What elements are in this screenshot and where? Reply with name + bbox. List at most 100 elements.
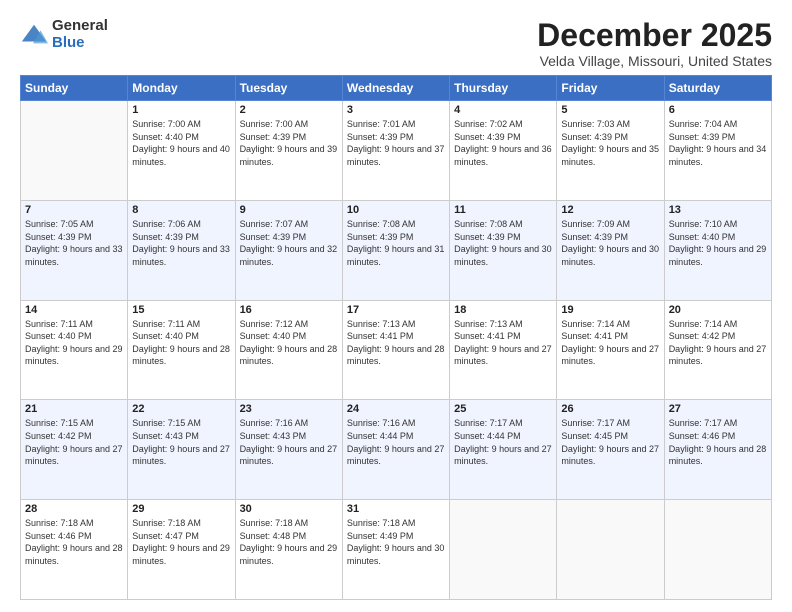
col-thursday: Thursday <box>450 76 557 101</box>
sunrise-label: Sunrise: 7:11 AM <box>25 319 93 329</box>
sunrise-label: Sunrise: 7:01 AM <box>347 119 416 129</box>
sunrise-label: Sunrise: 7:18 AM <box>240 518 309 528</box>
sunset-label: Sunset: 4:41 PM <box>347 331 414 341</box>
day-number: 18 <box>454 304 552 316</box>
col-sunday: Sunday <box>21 76 128 101</box>
sunrise-label: Sunrise: 7:14 AM <box>561 319 630 329</box>
day-info: Sunrise: 7:17 AM Sunset: 4:44 PM Dayligh… <box>454 417 552 467</box>
day-info: Sunrise: 7:08 AM Sunset: 4:39 PM Dayligh… <box>347 218 445 268</box>
day-number: 17 <box>347 304 445 316</box>
sunset-label: Sunset: 4:39 PM <box>561 232 628 242</box>
day-number: 2 <box>240 104 338 116</box>
daylight-label: Daylight: 9 hours and 30 minutes. <box>347 543 445 566</box>
table-row: 16 Sunrise: 7:12 AM Sunset: 4:40 PM Dayl… <box>235 300 342 400</box>
day-number: 13 <box>669 204 767 216</box>
daylight-label: Daylight: 9 hours and 31 minutes. <box>347 244 445 267</box>
sunset-label: Sunset: 4:40 PM <box>132 331 199 341</box>
day-info: Sunrise: 7:01 AM Sunset: 4:39 PM Dayligh… <box>347 118 445 168</box>
day-number: 1 <box>132 104 230 116</box>
subtitle: Velda Village, Missouri, United States <box>537 53 772 69</box>
day-number: 11 <box>454 204 552 216</box>
day-info: Sunrise: 7:07 AM Sunset: 4:39 PM Dayligh… <box>240 218 338 268</box>
day-info: Sunrise: 7:10 AM Sunset: 4:40 PM Dayligh… <box>669 218 767 268</box>
table-row: 11 Sunrise: 7:08 AM Sunset: 4:39 PM Dayl… <box>450 200 557 300</box>
sunrise-label: Sunrise: 7:18 AM <box>25 518 94 528</box>
sunset-label: Sunset: 4:40 PM <box>25 331 92 341</box>
daylight-label: Daylight: 9 hours and 30 minutes. <box>454 244 552 267</box>
daylight-label: Daylight: 9 hours and 29 minutes. <box>669 244 767 267</box>
daylight-label: Daylight: 9 hours and 33 minutes. <box>132 244 230 267</box>
calendar-week-row: 14 Sunrise: 7:11 AM Sunset: 4:40 PM Dayl… <box>21 300 772 400</box>
calendar-week-row: 1 Sunrise: 7:00 AM Sunset: 4:40 PM Dayli… <box>21 101 772 201</box>
main-title: December 2025 <box>537 18 772 53</box>
day-info: Sunrise: 7:11 AM Sunset: 4:40 PM Dayligh… <box>132 318 230 368</box>
table-row <box>21 101 128 201</box>
day-number: 31 <box>347 503 445 515</box>
sunrise-label: Sunrise: 7:07 AM <box>240 219 309 229</box>
table-row <box>664 500 771 600</box>
day-number: 19 <box>561 304 659 316</box>
daylight-label: Daylight: 9 hours and 29 minutes. <box>240 543 338 566</box>
sunrise-label: Sunrise: 7:18 AM <box>347 518 416 528</box>
day-number: 28 <box>25 503 123 515</box>
table-row: 18 Sunrise: 7:13 AM Sunset: 4:41 PM Dayl… <box>450 300 557 400</box>
daylight-label: Daylight: 9 hours and 28 minutes. <box>347 344 445 367</box>
title-block: December 2025 Velda Village, Missouri, U… <box>537 18 772 69</box>
sunrise-label: Sunrise: 7:05 AM <box>25 219 94 229</box>
daylight-label: Daylight: 9 hours and 27 minutes. <box>454 444 552 467</box>
logo-general-label: General <box>52 18 108 35</box>
daylight-label: Daylight: 9 hours and 27 minutes. <box>561 444 659 467</box>
sunset-label: Sunset: 4:39 PM <box>561 132 628 142</box>
day-info: Sunrise: 7:03 AM Sunset: 4:39 PM Dayligh… <box>561 118 659 168</box>
table-row: 6 Sunrise: 7:04 AM Sunset: 4:39 PM Dayli… <box>664 101 771 201</box>
col-friday: Friday <box>557 76 664 101</box>
table-row: 25 Sunrise: 7:17 AM Sunset: 4:44 PM Dayl… <box>450 400 557 500</box>
sunrise-label: Sunrise: 7:17 AM <box>561 418 630 428</box>
daylight-label: Daylight: 9 hours and 28 minutes. <box>132 344 230 367</box>
sunrise-label: Sunrise: 7:03 AM <box>561 119 630 129</box>
sunrise-label: Sunrise: 7:11 AM <box>132 319 200 329</box>
table-row: 27 Sunrise: 7:17 AM Sunset: 4:46 PM Dayl… <box>664 400 771 500</box>
logo-blue-label: Blue <box>52 35 108 52</box>
day-number: 3 <box>347 104 445 116</box>
day-info: Sunrise: 7:17 AM Sunset: 4:45 PM Dayligh… <box>561 417 659 467</box>
sunrise-label: Sunrise: 7:08 AM <box>454 219 523 229</box>
sunrise-label: Sunrise: 7:16 AM <box>240 418 309 428</box>
day-info: Sunrise: 7:04 AM Sunset: 4:39 PM Dayligh… <box>669 118 767 168</box>
day-number: 26 <box>561 403 659 415</box>
table-row: 10 Sunrise: 7:08 AM Sunset: 4:39 PM Dayl… <box>342 200 449 300</box>
table-row: 28 Sunrise: 7:18 AM Sunset: 4:46 PM Dayl… <box>21 500 128 600</box>
day-info: Sunrise: 7:13 AM Sunset: 4:41 PM Dayligh… <box>454 318 552 368</box>
page: General Blue December 2025 Velda Village… <box>0 0 792 612</box>
sunrise-label: Sunrise: 7:15 AM <box>132 418 201 428</box>
sunrise-label: Sunrise: 7:09 AM <box>561 219 630 229</box>
sunrise-label: Sunrise: 7:10 AM <box>669 219 738 229</box>
col-tuesday: Tuesday <box>235 76 342 101</box>
sunset-label: Sunset: 4:42 PM <box>669 331 736 341</box>
table-row: 14 Sunrise: 7:11 AM Sunset: 4:40 PM Dayl… <box>21 300 128 400</box>
sunset-label: Sunset: 4:44 PM <box>454 431 521 441</box>
col-wednesday: Wednesday <box>342 76 449 101</box>
table-row: 4 Sunrise: 7:02 AM Sunset: 4:39 PM Dayli… <box>450 101 557 201</box>
daylight-label: Daylight: 9 hours and 39 minutes. <box>240 144 338 167</box>
table-row: 8 Sunrise: 7:06 AM Sunset: 4:39 PM Dayli… <box>128 200 235 300</box>
sunrise-label: Sunrise: 7:17 AM <box>454 418 523 428</box>
sunset-label: Sunset: 4:39 PM <box>240 232 307 242</box>
day-info: Sunrise: 7:17 AM Sunset: 4:46 PM Dayligh… <box>669 417 767 467</box>
sunset-label: Sunset: 4:39 PM <box>669 132 736 142</box>
day-number: 20 <box>669 304 767 316</box>
daylight-label: Daylight: 9 hours and 37 minutes. <box>347 144 445 167</box>
sunset-label: Sunset: 4:39 PM <box>347 132 414 142</box>
day-number: 6 <box>669 104 767 116</box>
day-info: Sunrise: 7:18 AM Sunset: 4:48 PM Dayligh… <box>240 517 338 567</box>
sunset-label: Sunset: 4:46 PM <box>25 531 92 541</box>
sunset-label: Sunset: 4:49 PM <box>347 531 414 541</box>
day-info: Sunrise: 7:14 AM Sunset: 4:41 PM Dayligh… <box>561 318 659 368</box>
sunrise-label: Sunrise: 7:13 AM <box>347 319 416 329</box>
sunset-label: Sunset: 4:44 PM <box>347 431 414 441</box>
day-info: Sunrise: 7:13 AM Sunset: 4:41 PM Dayligh… <box>347 318 445 368</box>
table-row: 22 Sunrise: 7:15 AM Sunset: 4:43 PM Dayl… <box>128 400 235 500</box>
sunrise-label: Sunrise: 7:15 AM <box>25 418 94 428</box>
daylight-label: Daylight: 9 hours and 33 minutes. <box>25 244 123 267</box>
table-row: 12 Sunrise: 7:09 AM Sunset: 4:39 PM Dayl… <box>557 200 664 300</box>
